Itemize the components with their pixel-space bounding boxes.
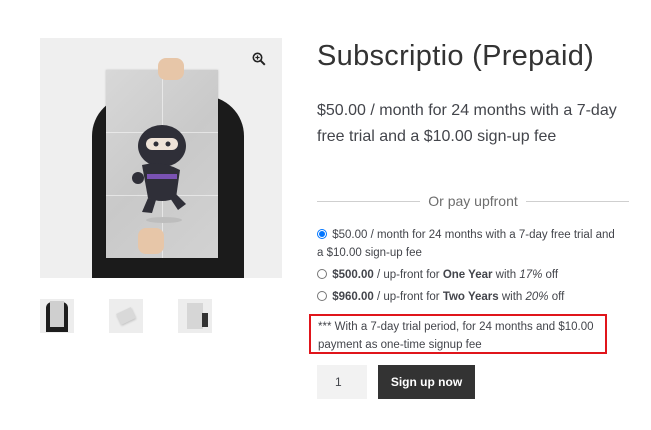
thumbnail-2[interactable] — [109, 299, 143, 333]
quantity-input[interactable] — [317, 365, 367, 399]
option-two-years[interactable]: $960.00 / up-front for Two Years with 20… — [317, 288, 622, 306]
option-monthly[interactable]: $50.00 / month for 24 months with a 7-da… — [317, 226, 622, 262]
option-price: $960.00 — [332, 291, 374, 303]
option-period: Two Years — [442, 291, 499, 303]
zoom-icon[interactable] — [248, 48, 270, 70]
option-discount: 20% — [525, 291, 549, 303]
product-main-image[interactable] — [40, 38, 282, 278]
hand-top — [158, 58, 184, 80]
option-price: $500.00 — [332, 269, 374, 281]
payment-options: $50.00 / month for 24 months with a 7-da… — [317, 226, 622, 310]
option-text: with — [498, 291, 526, 303]
hand-bottom — [138, 228, 164, 254]
option-period: One Year — [442, 269, 493, 281]
trial-note-highlight: *** With a 7-day trial period, for 24 mo… — [309, 314, 607, 354]
price-summary: $50.00 / month for 24 months with a 7-da… — [317, 102, 617, 145]
thumbnail-3[interactable] — [178, 299, 212, 333]
option-one-year[interactable]: $500.00 / up-front for One Year with 17%… — [317, 266, 622, 284]
option-price: $50.00 — [332, 229, 368, 241]
option-discount: 17% — [519, 269, 543, 281]
option-text: off — [542, 269, 559, 281]
thumbnail-1[interactable] — [40, 299, 74, 333]
trial-note-text: *** With a 7-day trial period, for 24 mo… — [318, 321, 594, 351]
option-monthly-radio[interactable] — [317, 229, 327, 239]
sign-up-button[interactable]: Sign up now — [378, 365, 475, 399]
divider-label: Or pay upfront — [428, 193, 518, 209]
option-two-years-radio[interactable] — [317, 291, 327, 301]
option-text: / up-front for — [373, 269, 443, 281]
product-title: Subscriptio (Prepaid) — [317, 40, 595, 72]
option-text: / up-front for — [373, 291, 443, 303]
option-text: with — [492, 269, 520, 281]
or-pay-upfront-divider: Or pay upfront — [317, 193, 629, 209]
option-text: off — [548, 291, 565, 303]
option-one-year-radio[interactable] — [317, 269, 327, 279]
